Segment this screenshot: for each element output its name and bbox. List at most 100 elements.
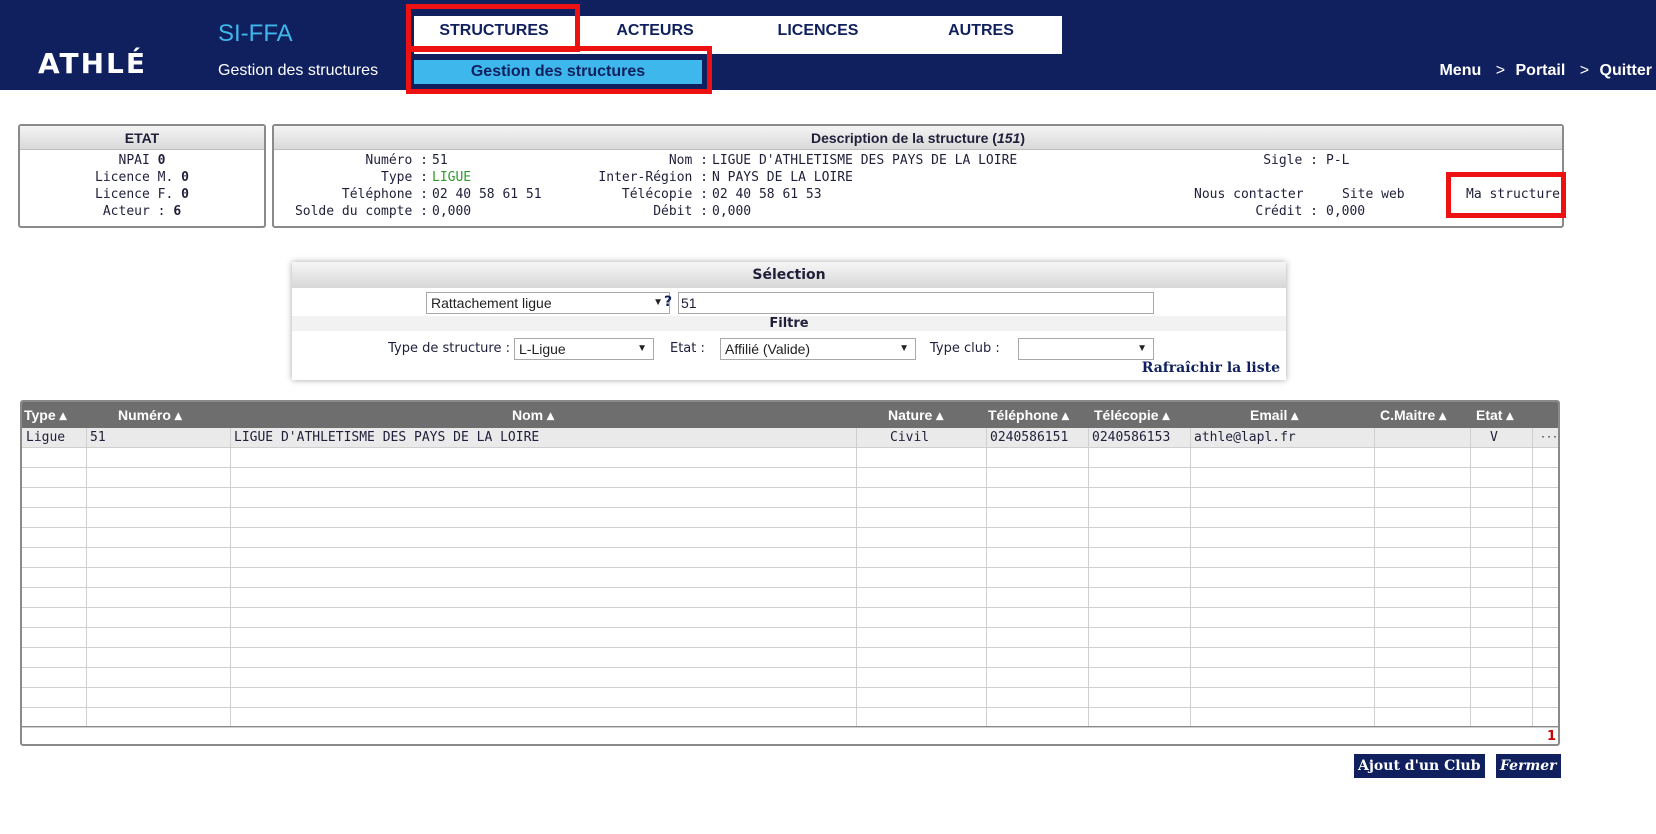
- site-web-link[interactable]: Site web: [1342, 187, 1405, 202]
- cell-numero: 51: [90, 430, 106, 445]
- help-question-icon[interactable]: ?: [664, 294, 672, 310]
- solde-value: 0,000: [432, 204, 472, 219]
- col-telecopie-header[interactable]: Télécopie ▴: [1094, 402, 1170, 428]
- type-label: Type :: [381, 170, 428, 185]
- sigle-value: P-L: [1326, 153, 1350, 168]
- cell-etat: V: [1490, 430, 1498, 445]
- selection-title: Sélection: [292, 262, 1286, 288]
- dropdown-arrow-icon: ▼: [899, 343, 909, 354]
- column-divider: [856, 428, 857, 726]
- column-divider: [1470, 428, 1471, 726]
- col-type-header[interactable]: Type ▴: [24, 402, 67, 428]
- table-row: [22, 568, 1558, 588]
- tab-autres[interactable]: AUTRES: [900, 16, 1062, 54]
- subnav-gestion-structures[interactable]: Gestion des structures: [414, 60, 702, 84]
- type-club-label: Type club :: [930, 341, 1000, 356]
- link-separator: >: [1579, 62, 1590, 79]
- table-row: [22, 708, 1558, 728]
- app-subtitle: Gestion des structures: [218, 62, 379, 79]
- npai-line: NPAI 0: [20, 152, 264, 169]
- etat-title: ETAT: [20, 126, 264, 150]
- etat-select[interactable]: Affilié (Valide) ▼: [720, 338, 916, 360]
- table-row: [22, 508, 1558, 528]
- cell-type: Ligue: [26, 430, 66, 445]
- etat-panel: ETAT NPAI 0 Licence M. 0 Licence F. 0 Ac…: [18, 124, 266, 228]
- results-table: Type ▴ Numéro ▴ Nom ▴ Nature ▴ Téléphone…: [20, 400, 1560, 746]
- table-row[interactable]: Ligue 51 LIGUE D'ATHLETISME DES PAYS DE …: [22, 428, 1558, 448]
- quitter-link[interactable]: Quitter: [1600, 62, 1652, 79]
- licence-m-line: Licence M. 0: [20, 169, 264, 186]
- link-separator: >: [1495, 62, 1506, 79]
- col-etat-header[interactable]: Etat ▴: [1476, 402, 1513, 428]
- etat-filter-value: Affilié (Valide): [725, 341, 811, 357]
- credit-label: Crédit :: [1255, 204, 1318, 219]
- acteur-value: 6: [173, 204, 182, 219]
- nom-label: Nom :: [668, 153, 708, 168]
- portail-link[interactable]: Portail: [1516, 62, 1566, 79]
- logo-text: ATHLÉ: [38, 47, 147, 80]
- table-row: [22, 488, 1558, 508]
- athle-logo[interactable]: ATHLÉ: [38, 47, 198, 80]
- etat-body: NPAI 0 Licence M. 0 Licence F. 0 Acteur …: [20, 150, 264, 220]
- rattachement-value: Rattachement ligue: [431, 295, 552, 311]
- telephone-value: 02 40 58 61 51: [432, 187, 542, 202]
- top-links: Menu > Portail > Quitter: [1439, 62, 1652, 80]
- col-nom-header[interactable]: Nom ▴: [512, 402, 554, 428]
- refresh-list-link[interactable]: Rafraîchir la liste: [1142, 360, 1280, 376]
- debit-label: Débit :: [653, 204, 708, 219]
- rattachement-select[interactable]: Rattachement ligue ▼: [426, 292, 670, 314]
- telephone-label: Téléphone :: [341, 187, 428, 202]
- description-title-text: Description de la structure: [811, 130, 989, 146]
- column-divider: [86, 428, 87, 726]
- description-panel: Description de la structure (151) Numéro…: [272, 124, 1564, 228]
- table-row: [22, 668, 1558, 688]
- rattachement-value-input[interactable]: 51: [678, 292, 1154, 314]
- type-club-select[interactable]: ▼: [1018, 338, 1154, 360]
- acteur-line: Acteur : 6: [20, 203, 264, 220]
- filtre-title: Filtre: [292, 316, 1286, 331]
- dropdown-arrow-icon: ▼: [653, 297, 663, 308]
- col-telephone-header[interactable]: Téléphone ▴: [988, 402, 1069, 428]
- telecopie-label: Télécopie :: [621, 187, 708, 202]
- etat-filter-label: Etat :: [670, 341, 705, 356]
- licence-f-label: Licence F.: [95, 187, 174, 202]
- type-structure-label: Type de structure :: [388, 341, 510, 356]
- add-club-button[interactable]: Ajout d'un Club: [1354, 754, 1485, 778]
- table-row: [22, 548, 1558, 568]
- column-divider: [1190, 428, 1191, 726]
- col-nature-header[interactable]: Nature ▴: [888, 402, 943, 428]
- app-title: SI-FFA: [218, 20, 293, 47]
- table-row: [22, 608, 1558, 628]
- tab-licences[interactable]: LICENCES: [736, 16, 900, 54]
- close-button[interactable]: Fermer: [1496, 754, 1561, 778]
- row-count: 1: [1546, 729, 1556, 744]
- licence-f-value: 0: [181, 187, 189, 202]
- table-row: [22, 588, 1558, 608]
- interregion-value: N PAYS DE LA LOIRE: [712, 170, 853, 185]
- licence-m-label: Licence M.: [95, 170, 174, 185]
- col-cmaitre-header[interactable]: C.Maitre ▴: [1380, 402, 1446, 428]
- type-structure-select[interactable]: L-Ligue ▼: [514, 338, 654, 360]
- col-email-header[interactable]: Email ▴: [1250, 402, 1298, 428]
- column-divider: [230, 428, 231, 726]
- type-value: LIGUE: [432, 170, 472, 185]
- debit-value: 0,000: [712, 204, 752, 219]
- table-row: [22, 648, 1558, 668]
- table-row: [22, 448, 1558, 468]
- numero-label: Numéro :: [365, 153, 428, 168]
- type-structure-value: L-Ligue: [519, 341, 566, 357]
- numero-value: 51: [432, 153, 448, 168]
- col-numero-header[interactable]: Numéro ▴: [118, 402, 182, 428]
- ma-structure-link[interactable]: Ma structure: [1466, 187, 1560, 202]
- cell-nom: LIGUE D'ATHLETISME DES PAYS DE LA LOIRE: [234, 430, 540, 445]
- tab-acteurs[interactable]: ACTEURS: [574, 16, 736, 54]
- cell-telecopie: 0240586153: [1092, 430, 1171, 445]
- nous-contacter-link[interactable]: Nous contacter: [1194, 187, 1304, 202]
- interregion-label: Inter-Région :: [598, 170, 708, 185]
- column-divider: [1374, 428, 1375, 726]
- table-row: [22, 528, 1558, 548]
- menu-link[interactable]: Menu: [1439, 62, 1481, 79]
- tab-structures[interactable]: STRUCTURES: [414, 16, 574, 54]
- npai-label: NPAI: [118, 153, 150, 168]
- row-more-button[interactable]: ···: [1540, 428, 1558, 448]
